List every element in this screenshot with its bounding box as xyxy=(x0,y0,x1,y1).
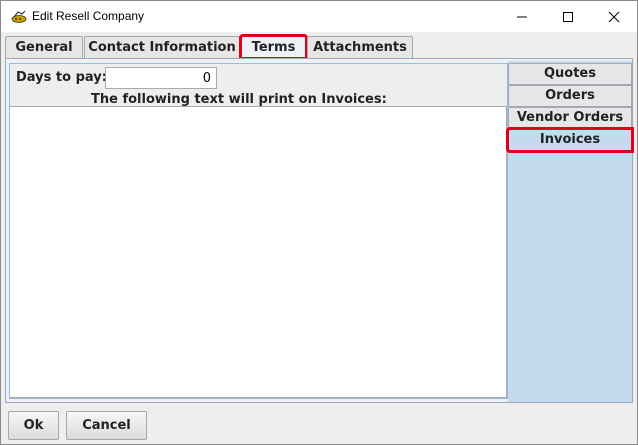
side-tab-invoices[interactable]: Invoices xyxy=(506,127,634,153)
close-button[interactable] xyxy=(591,1,637,32)
app-icon xyxy=(10,9,28,23)
cancel-button[interactable]: Cancel xyxy=(66,411,147,440)
side-tab-vendor-orders[interactable]: Vendor Orders xyxy=(508,107,632,129)
invoice-text-label: The following text will print on Invoice… xyxy=(91,92,387,107)
document-type-tabs: Quotes Orders Vendor Orders Invoices xyxy=(506,61,634,402)
close-icon xyxy=(608,11,620,23)
tab-general[interactable]: General xyxy=(5,36,83,58)
days-to-pay-label: Days to pay: xyxy=(16,70,107,85)
terms-panel: Days to pay: The following text will pri… xyxy=(5,58,634,403)
invoice-text-area[interactable] xyxy=(10,106,507,398)
edit-resell-company-window: Edit Resell Company General Contact Info… xyxy=(0,0,638,445)
maximize-button[interactable] xyxy=(545,1,591,32)
maximize-icon xyxy=(563,12,573,22)
side-tab-quotes[interactable]: Quotes xyxy=(508,63,632,85)
side-tab-orders[interactable]: Orders xyxy=(508,85,632,107)
title-bar: Edit Resell Company xyxy=(1,1,637,32)
days-to-pay-input[interactable] xyxy=(105,67,217,89)
minimize-button[interactable] xyxy=(499,1,545,32)
tab-attachments[interactable]: Attachments xyxy=(307,36,413,58)
tab-terms[interactable]: Terms xyxy=(239,34,308,60)
tab-contact-information[interactable]: Contact Information xyxy=(84,36,240,58)
invoice-terms-section: Days to pay: The following text will pri… xyxy=(9,63,508,399)
window-title: Edit Resell Company xyxy=(32,9,145,23)
minimize-icon xyxy=(517,16,527,18)
ok-button[interactable]: Ok xyxy=(8,411,59,440)
